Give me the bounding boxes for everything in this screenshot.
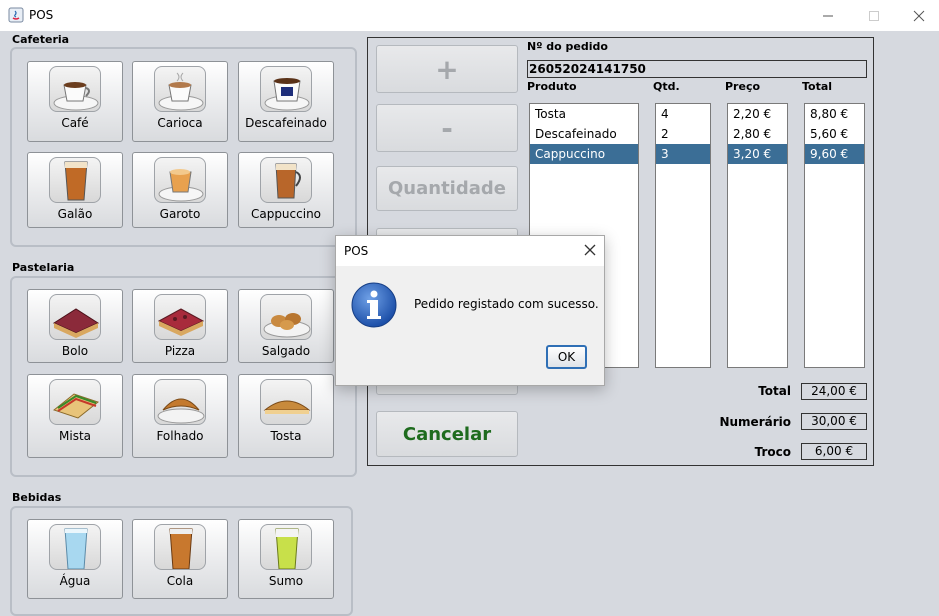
water-glass-icon bbox=[49, 524, 101, 570]
list-item[interactable]: 8,80 € bbox=[805, 104, 864, 124]
product-label: Garoto bbox=[159, 207, 201, 221]
product-button-garoto[interactable]: Garoto bbox=[132, 152, 228, 228]
product-label: Salgado bbox=[261, 344, 311, 358]
product-button-agua[interactable]: Água bbox=[27, 519, 123, 599]
list-item-selected[interactable]: 3,20 € bbox=[728, 144, 787, 164]
info-icon bbox=[350, 281, 398, 329]
ok-button[interactable]: OK bbox=[546, 345, 587, 369]
coffee-cup-icon bbox=[49, 66, 101, 112]
product-label: Carioca bbox=[157, 116, 203, 130]
window-titlebar: POS bbox=[0, 0, 939, 31]
list-item[interactable]: 2,80 € bbox=[728, 124, 787, 144]
quantity-button[interactable]: Quantidade bbox=[376, 166, 518, 211]
product-button-folhado[interactable]: Folhado bbox=[132, 374, 228, 458]
dialog-close-button[interactable] bbox=[584, 241, 596, 260]
product-button-carioca[interactable]: Carioca bbox=[132, 61, 228, 142]
product-label: Água bbox=[59, 574, 91, 588]
pastries-plate-icon bbox=[260, 294, 312, 340]
maximize-icon bbox=[869, 10, 879, 21]
product-label: Cola bbox=[166, 574, 194, 588]
juice-glass-icon bbox=[260, 524, 312, 570]
sandwich-icon bbox=[49, 379, 101, 425]
product-button-cola[interactable]: Cola bbox=[132, 519, 228, 599]
decrease-quantity-button[interactable]: - bbox=[376, 104, 518, 152]
pastelaria-label: Pastelaria bbox=[12, 261, 75, 274]
cash-value: 30,00 € bbox=[801, 413, 867, 430]
list-item[interactable]: Descafeinado bbox=[530, 124, 638, 144]
product-button-sumo[interactable]: Sumo bbox=[238, 519, 334, 599]
list-item-selected[interactable]: 3 bbox=[656, 144, 710, 164]
product-button-bolo[interactable]: Bolo bbox=[27, 289, 123, 363]
order-number-field: 26052024141750 bbox=[527, 60, 867, 78]
product-button-mista[interactable]: Mista bbox=[27, 374, 123, 458]
product-button-pizza[interactable]: Pizza bbox=[132, 289, 228, 363]
product-button-tosta[interactable]: Tosta bbox=[238, 374, 334, 458]
java-app-icon bbox=[8, 7, 24, 23]
product-label: Cappuccino bbox=[250, 207, 322, 221]
product-label: Galão bbox=[57, 207, 93, 221]
coffee-cup-icon bbox=[154, 157, 206, 203]
close-icon bbox=[584, 244, 596, 256]
minimize-icon bbox=[823, 15, 833, 16]
product-button-salgado[interactable]: Salgado bbox=[238, 289, 334, 363]
increase-quantity-button[interactable]: + bbox=[376, 45, 518, 93]
order-number-label: Nº do pedido bbox=[527, 40, 608, 53]
header-total: Total bbox=[802, 80, 833, 93]
qty-list[interactable]: 4 2 3 bbox=[655, 103, 711, 368]
cola-glass-icon bbox=[154, 524, 206, 570]
cancel-order-button[interactable]: Cancelar bbox=[376, 411, 518, 457]
glass-coffee-icon bbox=[49, 157, 101, 203]
decaf-cup-icon bbox=[260, 66, 312, 112]
list-item[interactable]: 5,60 € bbox=[805, 124, 864, 144]
window-title: POS bbox=[29, 8, 54, 22]
list-item-selected[interactable]: Cappuccino bbox=[530, 144, 638, 164]
change-value: 6,00 € bbox=[801, 443, 867, 460]
total-label: Total bbox=[758, 384, 791, 398]
dialog-titlebar bbox=[336, 236, 604, 266]
maximize-button[interactable] bbox=[851, 0, 897, 31]
message-dialog: POS Pedido registado com sucesso. OK bbox=[335, 235, 605, 386]
product-button-cappuccino[interactable]: Cappuccino bbox=[238, 152, 334, 228]
cash-label: Numerário bbox=[719, 415, 791, 429]
total-value: 24,00 € bbox=[801, 383, 867, 400]
coffee-cup-icon bbox=[154, 66, 206, 112]
product-label: Sumo bbox=[268, 574, 304, 588]
pizza-slice-icon bbox=[154, 294, 206, 340]
change-label: Troco bbox=[754, 445, 791, 459]
list-item-selected[interactable]: 9,60 € bbox=[805, 144, 864, 164]
header-product: Produto bbox=[527, 80, 577, 93]
bebidas-label: Bebidas bbox=[12, 491, 62, 504]
glass-coffee-icon bbox=[260, 157, 312, 203]
list-item[interactable]: 2,20 € bbox=[728, 104, 787, 124]
product-label: Bolo bbox=[61, 344, 89, 358]
price-list[interactable]: 2,20 € 2,80 € 3,20 € bbox=[727, 103, 788, 368]
product-label: Descafeinado bbox=[245, 116, 327, 130]
product-button-galao[interactable]: Galão bbox=[27, 152, 123, 228]
product-label: Tosta bbox=[270, 429, 302, 443]
total-list[interactable]: 8,80 € 5,60 € 9,60 € bbox=[804, 103, 865, 368]
cake-slice-icon bbox=[49, 294, 101, 340]
dialog-title: POS bbox=[344, 244, 369, 258]
dialog-message: Pedido registado com sucesso. bbox=[414, 297, 599, 311]
header-qty: Qtd. bbox=[653, 80, 680, 93]
toast-sandwich-icon bbox=[260, 379, 312, 425]
product-button-cafe[interactable]: Café bbox=[27, 61, 123, 142]
list-item[interactable]: 2 bbox=[656, 124, 710, 144]
product-label: Pizza bbox=[164, 344, 196, 358]
close-icon bbox=[913, 10, 925, 21]
list-item[interactable]: 4 bbox=[656, 104, 710, 124]
header-price: Preço bbox=[725, 80, 761, 93]
list-item[interactable]: Tosta bbox=[530, 104, 638, 124]
product-label: Mista bbox=[59, 429, 91, 443]
product-label: Folhado bbox=[156, 429, 204, 443]
close-button[interactable] bbox=[896, 0, 939, 31]
product-label: Café bbox=[61, 116, 89, 130]
minimize-button[interactable] bbox=[805, 0, 851, 31]
cafeteria-label: Cafeteria bbox=[12, 33, 70, 46]
croissant-icon bbox=[154, 379, 206, 425]
product-button-descafeinado[interactable]: Descafeinado bbox=[238, 61, 334, 142]
